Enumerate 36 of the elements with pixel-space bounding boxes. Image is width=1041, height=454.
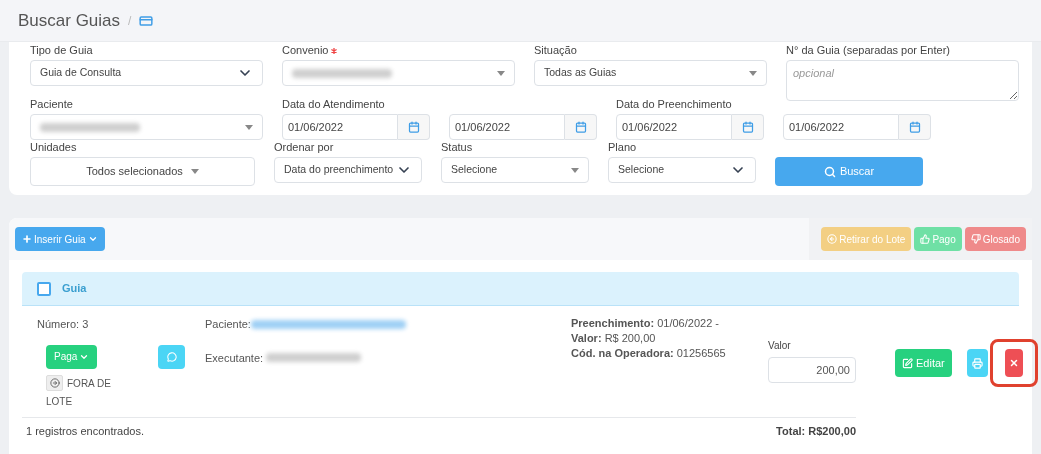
field-label: Data do Preenchimento <box>616 99 732 110</box>
field-label: Ordenar por <box>274 142 334 153</box>
guide-detail: Valor: R$ 200,00 <box>571 331 657 346</box>
performer-label: Executante: <box>205 350 264 366</box>
select-field[interactable]: Selecione <box>608 157 756 183</box>
guide-number: Número: 3 <box>37 317 90 332</box>
field-label: Paciente <box>30 99 73 110</box>
units-dropdown[interactable]: Todos selecionados <box>30 157 255 186</box>
patient-label: Paciente: <box>205 317 251 332</box>
date-field[interactable]: 01/06/2022 <box>282 114 398 140</box>
field-label: Data do Atendimento <box>282 99 385 110</box>
field-label: Situação <box>534 45 577 56</box>
field-label: Status <box>441 142 473 153</box>
field-label: Convenio <box>282 45 329 56</box>
select-field[interactable]: Todas as Guias <box>534 60 767 86</box>
select-field[interactable]: Data do preenchimento <box>274 157 422 183</box>
date-field[interactable]: 01/06/2022 <box>783 114 899 140</box>
select-field[interactable]: Guia de Consulta <box>30 60 263 86</box>
column-heading: Guia <box>62 281 87 297</box>
records-count: 1 registros encontrados. <box>26 423 144 439</box>
field-label: Tipo de Guia <box>30 45 93 56</box>
date-field[interactable]: 01/06/2022 <box>449 114 565 140</box>
page-title: Buscar Guias <box>18 9 121 32</box>
breadcrumb-separator: / <box>128 12 132 30</box>
guide-detail: Cód. na Operadora: 01256565 <box>571 346 727 361</box>
batch-toggle[interactable]: FORA DE LOTE <box>46 374 121 411</box>
guide-detail: Preenchimento: 01/06/2022 - <box>571 316 720 331</box>
value-label: Valor <box>768 339 792 353</box>
field-label: Plano <box>608 142 637 153</box>
value-field[interactable]: 200,00 <box>768 357 856 383</box>
total-amount: Total: R$200,00 <box>776 423 856 439</box>
field-label: N° da Guia (separadas por Enter) <box>786 45 950 56</box>
guide-number-field[interactable]: opcional <box>786 60 1019 101</box>
date-field[interactable]: 01/06/2022 <box>616 114 732 140</box>
field-label: Unidades <box>30 142 77 153</box>
select-field[interactable]: Selecione <box>441 157 589 183</box>
